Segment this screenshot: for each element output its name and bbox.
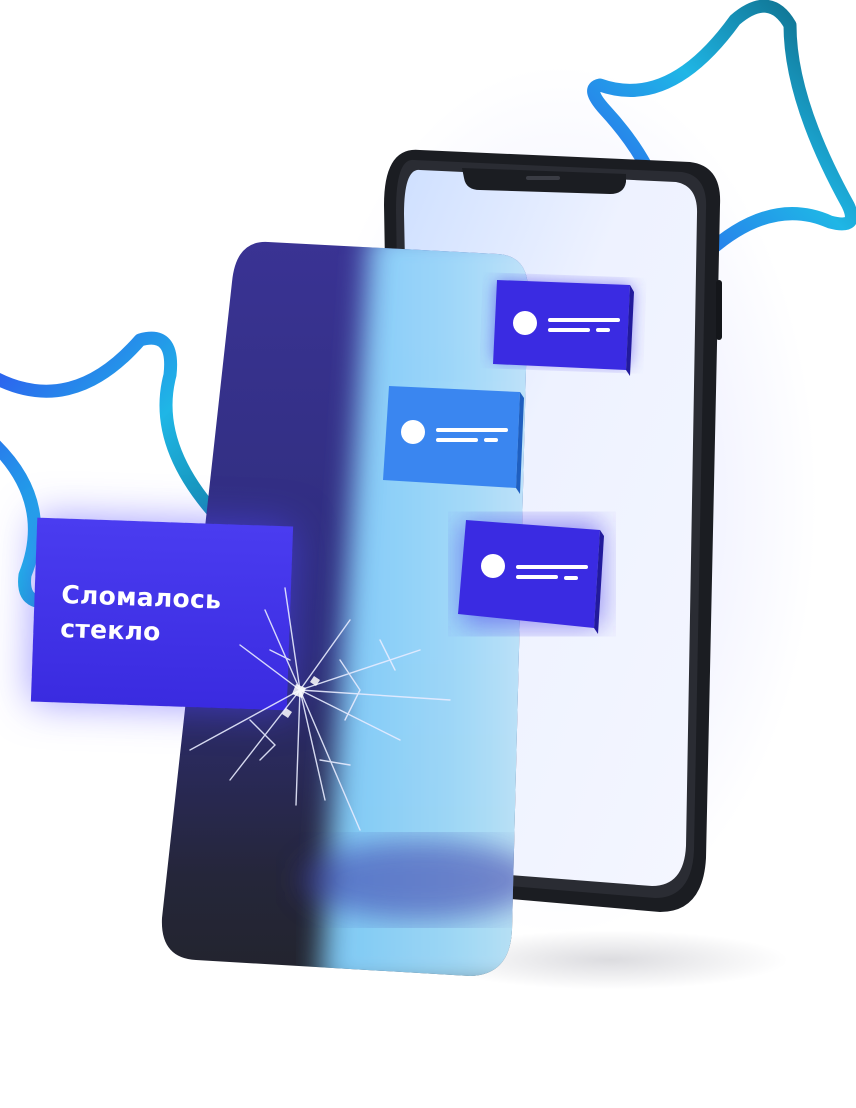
- glass-crack: [189, 587, 451, 831]
- illustration-scene: Сломалось стекло: [0, 0, 856, 1108]
